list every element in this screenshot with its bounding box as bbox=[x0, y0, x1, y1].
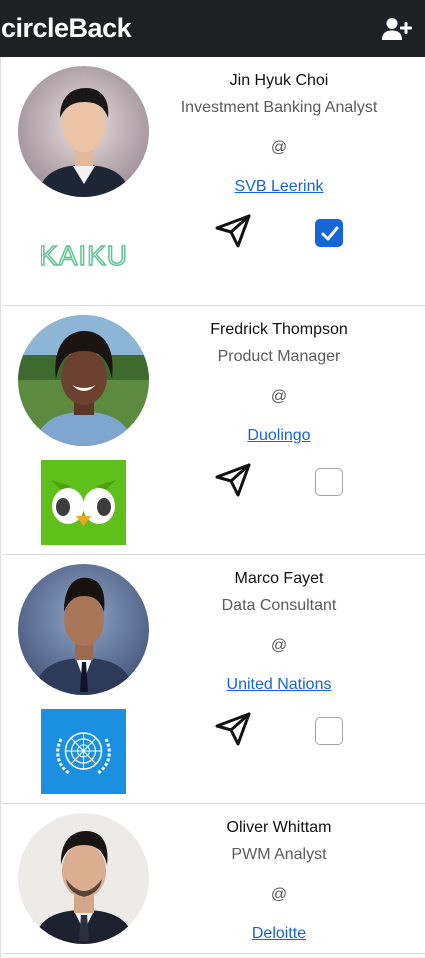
contact-name: Fredrick Thompson bbox=[210, 321, 348, 338]
company-link[interactable]: Duolingo bbox=[247, 427, 310, 444]
select-checkbox[interactable] bbox=[315, 468, 343, 496]
contact-title: Product Manager bbox=[217, 348, 341, 365]
contact-list: Jin Hyuk Choi Investment Banking Analyst… bbox=[0, 57, 425, 958]
paper-plane-icon bbox=[215, 214, 251, 248]
select-checkbox[interactable] bbox=[315, 717, 343, 745]
contact-name: Jin Hyuk Choi bbox=[229, 72, 329, 89]
at-symbol: @ bbox=[270, 637, 288, 654]
user-plus-icon bbox=[382, 18, 412, 40]
checkmark-icon bbox=[321, 226, 339, 241]
company-logo: KAIKU bbox=[41, 211, 126, 296]
avatar[interactable] bbox=[18, 66, 149, 197]
add-contact-button[interactable] bbox=[382, 17, 412, 41]
un-emblem-logo bbox=[41, 709, 126, 794]
contact-card: Marco Fayet Data Consultant @ United Nat… bbox=[2, 555, 425, 804]
contact-card: Fredrick Thompson Product Manager @ Duol… bbox=[2, 306, 425, 555]
select-checkbox[interactable] bbox=[315, 219, 343, 247]
avatar[interactable] bbox=[18, 564, 149, 695]
avatar[interactable] bbox=[18, 315, 149, 446]
send-message-button[interactable] bbox=[214, 213, 252, 249]
at-symbol: @ bbox=[270, 139, 288, 156]
company-logo-text: KAIKU bbox=[41, 240, 126, 271]
contact-card: Jin Hyuk Choi Investment Banking Analyst… bbox=[2, 57, 425, 306]
paper-plane-icon bbox=[215, 463, 251, 497]
paper-plane-icon bbox=[215, 712, 251, 746]
send-message-button[interactable] bbox=[214, 711, 252, 747]
contact-title: Investment Banking Analyst bbox=[180, 99, 378, 116]
contact-title: PWM Analyst bbox=[231, 846, 327, 863]
top-navbar: circleBack bbox=[0, 0, 425, 57]
avatar[interactable] bbox=[18, 813, 149, 944]
at-symbol: @ bbox=[270, 388, 288, 405]
duolingo-owl-logo bbox=[41, 460, 126, 545]
company-link[interactable]: SVB Leerink bbox=[235, 178, 324, 195]
contact-card: Oliver Whittam PWM Analyst @ Deloitte bbox=[2, 804, 425, 954]
app-brand[interactable]: circleBack bbox=[1, 11, 132, 45]
contact-name: Marco Fayet bbox=[234, 570, 324, 587]
contact-title: Data Consultant bbox=[221, 597, 337, 614]
company-link[interactable]: United Nations bbox=[227, 676, 332, 693]
company-link[interactable]: Deloitte bbox=[252, 925, 306, 942]
contact-name: Oliver Whittam bbox=[226, 819, 332, 836]
at-symbol: @ bbox=[270, 886, 288, 903]
send-message-button[interactable] bbox=[214, 462, 252, 498]
